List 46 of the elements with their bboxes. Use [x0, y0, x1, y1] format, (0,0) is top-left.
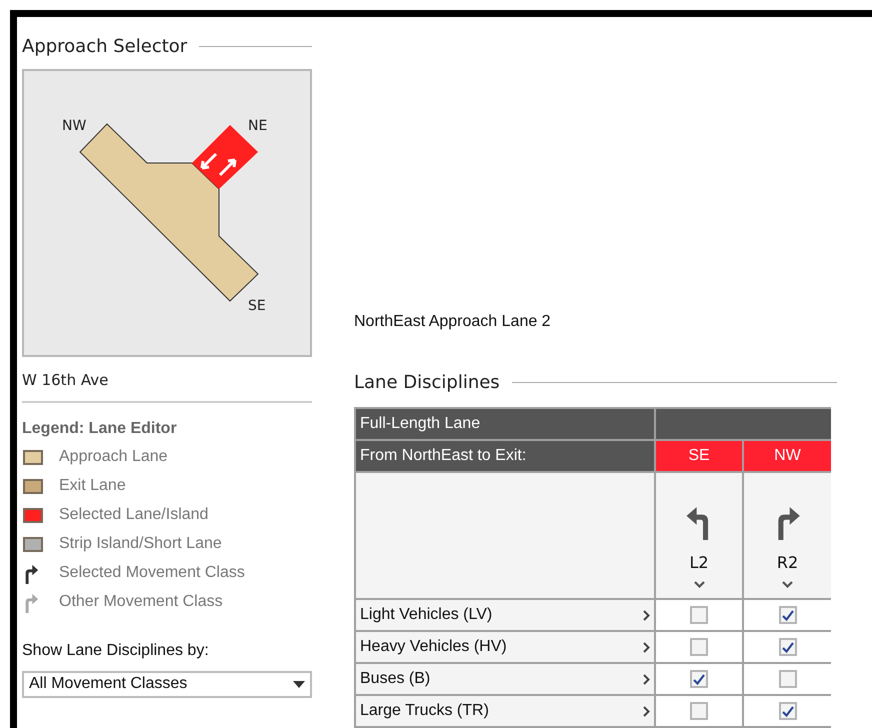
chevron-right-icon [643, 674, 650, 684]
checkbox[interactable] [690, 606, 708, 624]
vehicle-class-row[interactable]: Buses (B) [356, 664, 654, 694]
checkbox[interactable] [690, 670, 708, 688]
chevron-right-icon [643, 642, 650, 652]
legend-label: Selected Movement Class [59, 563, 245, 583]
checkbox[interactable] [778, 606, 796, 624]
street-name: W 16th Ave [22, 370, 110, 391]
legend-label: Exit Lane [59, 476, 126, 496]
chevron-right-icon [643, 610, 650, 620]
vehicle-class-row[interactable]: Heavy Vehicles (HV) [356, 632, 654, 662]
table-header: Full-Length Lane [356, 409, 654, 439]
checkbox[interactable] [778, 702, 796, 720]
exit-header: NW [744, 441, 831, 471]
lane-name: NorthEast Approach Lane 2 [354, 312, 552, 332]
legend-title: Legend: Lane Editor [22, 418, 178, 438]
checkbox[interactable] [690, 638, 708, 656]
chevron-down-icon[interactable] [694, 581, 704, 588]
vehicle-class-row[interactable]: Large Trucks (TR) [356, 696, 654, 726]
chevron-right-icon [643, 706, 650, 716]
exit-header: SE [656, 441, 742, 471]
legend-label: Approach Lane [59, 447, 168, 467]
checkbox[interactable] [778, 670, 796, 688]
intersection-map[interactable]: NW NE SE [22, 69, 312, 357]
dropdown-caret-icon [293, 680, 305, 688]
movement-label: L2 [689, 552, 709, 574]
checkmark-icon [693, 674, 705, 684]
movement-class-dropdown[interactable]: All Movement Classes [22, 670, 312, 698]
section-title: Lane Disciplines [354, 370, 500, 394]
table-header: From NorthEast to Exit: [356, 441, 654, 471]
compass-label: SE [248, 297, 266, 316]
chevron-down-icon[interactable] [782, 581, 793, 588]
checkmark-icon [782, 610, 794, 620]
checkbox[interactable] [778, 638, 796, 656]
section-title: Approach Selector [22, 34, 188, 58]
legend-label: Selected Lane/Island [59, 505, 208, 525]
checkmark-icon [782, 706, 794, 716]
vehicle-class-row[interactable]: Light Vehicles (LV) [356, 600, 654, 630]
compass-label: NW [62, 117, 86, 136]
field-label: Show Lane Disciplines by: [22, 640, 210, 660]
movement-label: R2 [776, 552, 798, 574]
legend-label: Strip Island/Short Lane [59, 534, 222, 554]
legend-label: Other Movement Class [59, 592, 223, 612]
checkmark-icon [782, 642, 794, 652]
compass-label: NE [248, 117, 268, 136]
checkbox[interactable] [690, 702, 708, 720]
